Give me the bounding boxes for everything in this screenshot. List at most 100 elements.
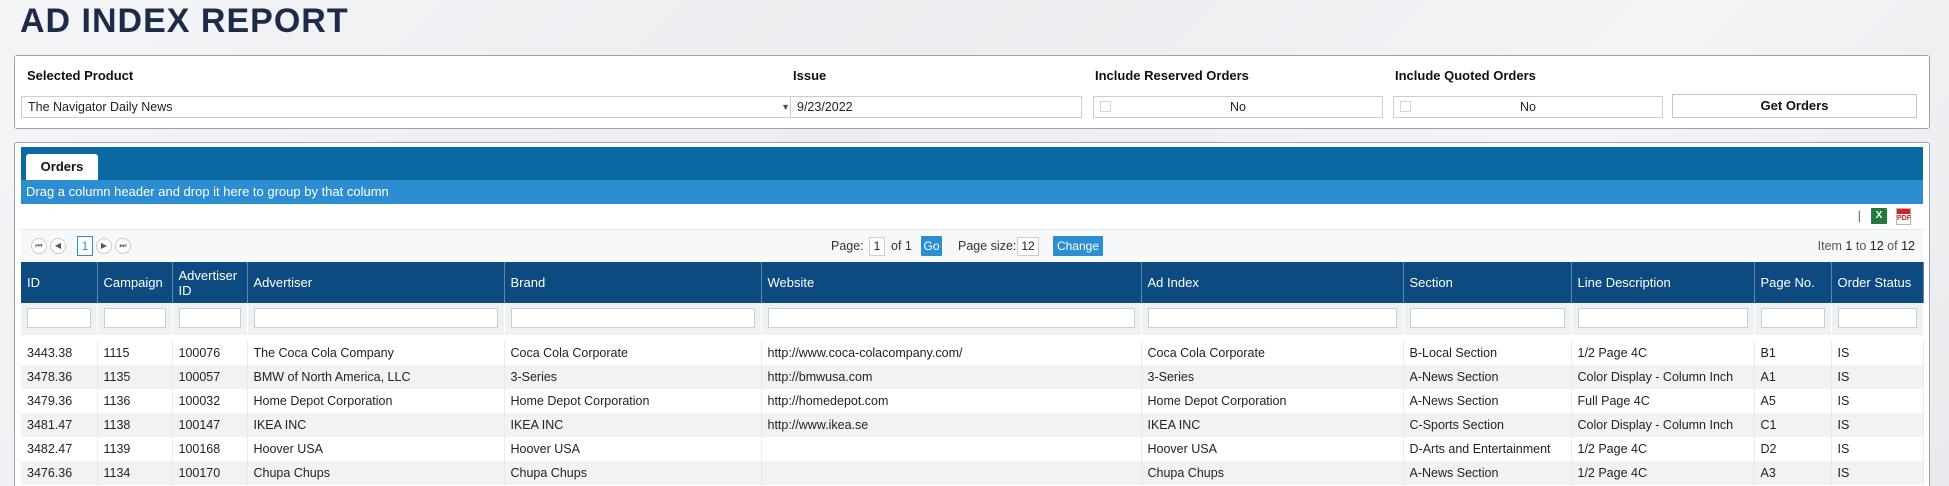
cell-page-no: B1: [1754, 341, 1832, 365]
cell-advertiser-id: 100170: [172, 461, 248, 485]
cell-campaign[interactable]: 1139: [97, 437, 173, 461]
cell-section: D-Arts and Entertainment: [1403, 437, 1572, 461]
cell-page-no: A5: [1754, 389, 1832, 413]
item-range-prefix: Item: [1817, 239, 1842, 253]
grid-body: 3443.38 1115 100076 The Coca Cola Company Co…: [21, 341, 1924, 485]
last-page-icon[interactable]: ⏭: [115, 238, 131, 254]
pdf-export-icon[interactable]: PDF: [1896, 208, 1911, 225]
column-header-website[interactable]: Website: [761, 262, 1142, 303]
table-row[interactable]: 3443.38 1115 100076 The Coca Cola Company Co…: [21, 341, 1924, 365]
cell-website[interactable]: [761, 461, 1142, 485]
cell-order-status: IS: [1831, 413, 1924, 437]
table-row[interactable]: 3482.47 1139 100168 Hoover USA Hoover USA Hoo…: [21, 437, 1924, 461]
filter-input-advertiser[interactable]: [253, 308, 498, 328]
cell-ad-index: Chupa Chups: [1141, 461, 1404, 485]
column-header-campaign[interactable]: Campaign: [97, 262, 173, 303]
page-size-input[interactable]: 12: [1017, 237, 1039, 256]
cell-website[interactable]: http://bmwusa.com: [761, 365, 1142, 389]
include-quoted-toggle[interactable]: No: [1393, 96, 1663, 118]
issue-label: Issue: [793, 68, 827, 83]
column-header-id[interactable]: ID: [21, 262, 98, 303]
filter-input-order-status[interactable]: [1837, 308, 1917, 328]
table-row[interactable]: 3479.36 1136 100032 Home Depot Corporation H…: [21, 389, 1924, 413]
cell-order-status: IS: [1831, 461, 1924, 485]
reserved-checkbox[interactable]: [1100, 101, 1111, 112]
cell-campaign[interactable]: 1136: [97, 389, 173, 413]
product-select[interactable]: The Navigator Daily News ▼: [21, 96, 795, 118]
tab-bar: Orders: [21, 147, 1923, 180]
table-row[interactable]: 3481.47 1138 100147 IKEA INC IKEA INC http://…: [21, 413, 1924, 437]
cell-brand: 3-Series: [504, 365, 762, 389]
filter-input-campaign[interactable]: [103, 308, 166, 328]
column-header-brand[interactable]: Brand: [504, 262, 762, 303]
cell-page-no: D2: [1754, 437, 1832, 461]
cell-ad-index: Home Depot Corporation: [1141, 389, 1404, 413]
cell-ad-index: IKEA INC: [1141, 413, 1404, 437]
cell-brand: Home Depot Corporation: [504, 389, 762, 413]
orders-grid: ID Campaign Advertiser ID Advertiser Bra…: [21, 262, 1924, 485]
include-reserved-toggle[interactable]: No: [1093, 96, 1383, 118]
cell-campaign[interactable]: 1134: [97, 461, 173, 485]
page-of-label: of 1: [891, 239, 912, 253]
cell-website[interactable]: http://www.coca-colacompany.com/: [761, 341, 1142, 365]
first-page-icon[interactable]: ⏮: [31, 238, 47, 254]
cell-section: A-News Section: [1403, 389, 1572, 413]
cell-ad-index: 3-Series: [1141, 365, 1404, 389]
item-range-from: 1: [1845, 239, 1853, 253]
cell-brand: IKEA INC: [504, 413, 762, 437]
column-header-ad-index[interactable]: Ad Index: [1141, 262, 1404, 303]
table-row[interactable]: 3476.36 1134 100170 Chupa Chups Chupa Chups C…: [21, 461, 1924, 485]
cell-section: A-News Section: [1403, 461, 1572, 485]
cell-website[interactable]: [761, 437, 1142, 461]
issue-date-input[interactable]: 9/23/2022: [790, 96, 1082, 118]
filter-input-brand[interactable]: [510, 308, 755, 328]
item-range-to-word: to: [1855, 239, 1867, 253]
cell-website[interactable]: http://homedepot.com: [761, 389, 1142, 413]
column-header-line-description[interactable]: Line Description: [1571, 262, 1755, 303]
filter-input-ad-index[interactable]: [1147, 308, 1397, 328]
cell-order-status: IS: [1831, 365, 1924, 389]
cell-campaign[interactable]: 1135: [97, 365, 173, 389]
cell-website[interactable]: http://www.ikea.se: [761, 413, 1142, 437]
filter-input-website[interactable]: [767, 308, 1135, 328]
cell-advertiser-id: 100032: [172, 389, 248, 413]
table-row[interactable]: 3478.36 1135 100057 BMW of North America, L…: [21, 365, 1924, 389]
filter-input-page-no[interactable]: [1760, 308, 1825, 328]
change-page-size-button[interactable]: Change: [1053, 236, 1103, 256]
next-page-icon[interactable]: ▶: [96, 238, 112, 254]
get-orders-button[interactable]: Get Orders: [1672, 94, 1917, 118]
excel-export-icon[interactable]: X: [1871, 208, 1887, 224]
cell-line-description: 1/2 Page 4C: [1571, 341, 1755, 365]
cell-campaign[interactable]: 1115: [97, 341, 173, 365]
header-row: ID Campaign Advertiser ID Advertiser Bra…: [21, 262, 1924, 303]
column-header-section[interactable]: Section: [1403, 262, 1572, 303]
cell-campaign[interactable]: 1138: [97, 413, 173, 437]
selected-product-label: Selected Product: [27, 68, 134, 83]
filter-input-advertiser-id[interactable]: [178, 308, 241, 328]
cell-ad-index: Coca Cola Corporate: [1141, 341, 1404, 365]
page-number-input[interactable]: 1: [869, 237, 885, 256]
quoted-checkbox[interactable]: [1400, 101, 1411, 112]
cell-page-no: A3: [1754, 461, 1832, 485]
column-header-order-status[interactable]: Order Status: [1831, 262, 1924, 303]
column-header-advertiser[interactable]: Advertiser: [247, 262, 505, 303]
cell-order-status: IS: [1831, 437, 1924, 461]
filter-input-line-description[interactable]: [1577, 308, 1748, 328]
filter-input-id[interactable]: [27, 308, 91, 328]
cell-id: 3478.36: [21, 365, 98, 389]
tab-orders[interactable]: Orders: [26, 154, 98, 180]
column-header-page-no[interactable]: Page No.: [1754, 262, 1832, 303]
column-header-advertiser-id[interactable]: Advertiser ID: [172, 262, 248, 303]
group-by-drop-area[interactable]: Drag a column header and drop it here to…: [21, 180, 1923, 204]
cell-advertiser: BMW of North America, LLC: [247, 365, 505, 389]
include-reserved-value: No: [1230, 100, 1246, 114]
filter-input-section[interactable]: [1409, 308, 1565, 328]
prev-page-icon[interactable]: ◀: [50, 238, 66, 254]
cell-advertiser-id: 100168: [172, 437, 248, 461]
cell-section: A-News Section: [1403, 365, 1572, 389]
go-button[interactable]: Go: [921, 236, 942, 256]
chevron-down-icon[interactable]: ▼: [781, 97, 790, 117]
cell-id: 3476.36: [21, 461, 98, 485]
cell-line-description: Full Page 4C: [1571, 389, 1755, 413]
current-page-button[interactable]: 1: [77, 236, 93, 256]
